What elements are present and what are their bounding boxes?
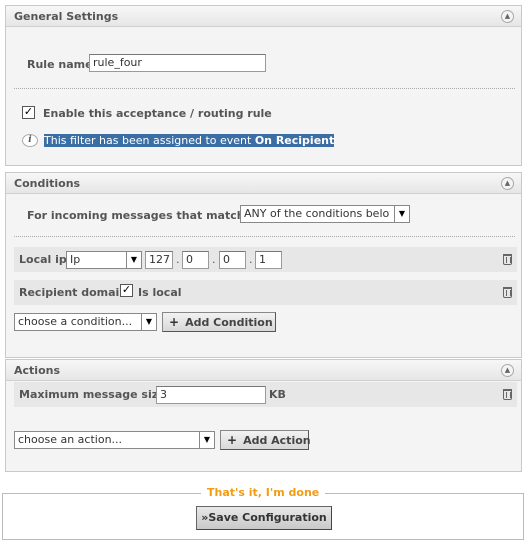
general-settings-title: General Settings (14, 10, 119, 23)
chevron-up-icon[interactable]: ▲ (501, 10, 514, 23)
ip-dot: . (249, 253, 253, 266)
actions-panel: Actions ▲ Maximum message size 3 KB choo… (5, 359, 522, 472)
save-configuration-label: Save Configuration (208, 511, 327, 524)
condition-row-recipient-domain: Recipient domain ✓ Is local (14, 280, 517, 305)
add-action-label: Add Action (243, 434, 311, 447)
event-name: On Recipient (254, 134, 335, 147)
actions-title: Actions (14, 364, 60, 377)
divider (14, 236, 515, 237)
save-configuration-button[interactable]: »Save Configuration (196, 506, 332, 530)
plus-icon: + (169, 315, 180, 329)
chevron-up-icon[interactable]: ▲ (501, 177, 514, 190)
max-size-unit: KB (269, 388, 286, 401)
match-label: For incoming messages that match (27, 209, 245, 222)
choose-action-value: choose an action... (18, 433, 123, 446)
check-icon: ✓ (121, 283, 132, 296)
conditions-panel: Conditions ▲ For incoming messages that … (5, 172, 522, 358)
ip-dot: . (212, 253, 216, 266)
general-settings-header[interactable]: General Settings ▲ (6, 6, 521, 27)
event-info-prefix: This filter has been assigned to event (44, 134, 255, 147)
chevron-up-icon[interactable]: ▲ (501, 364, 514, 377)
check-icon: ✓ (23, 105, 34, 118)
trash-icon[interactable] (503, 389, 512, 400)
triangle-down-icon: ▼ (199, 432, 214, 448)
match-select[interactable]: ANY of the conditions below ▼ (240, 205, 410, 223)
conditions-title: Conditions (14, 177, 81, 190)
ip-dot: . (176, 253, 180, 266)
recipient-domain-suffix: Is local (138, 286, 182, 299)
footer-legend: That's it, I'm done (201, 486, 326, 499)
recipient-domain-label: Recipient domain (19, 286, 128, 299)
recipient-domain-checkbox[interactable]: ✓ (120, 284, 133, 297)
trash-icon[interactable] (503, 254, 512, 265)
add-action-button[interactable]: + Add Action (220, 430, 311, 450)
choose-condition-select[interactable]: choose a condition... ▼ (14, 313, 157, 331)
rule-name-input[interactable]: rule_four (89, 54, 266, 72)
rule-name-label: Rule name (27, 58, 93, 71)
max-size-input[interactable]: 3 (156, 386, 266, 404)
match-select-value: ANY of the conditions below (244, 207, 390, 220)
conditions-header[interactable]: Conditions ▲ (6, 173, 521, 194)
local-ip-type-select[interactable]: Ip ▼ (66, 251, 142, 269)
choose-action-select[interactable]: choose an action... ▼ (14, 431, 215, 449)
ip-octet-3[interactable]: 0 (219, 251, 246, 269)
triangle-down-icon: ▼ (141, 314, 156, 330)
event-info-text: This filter has been assigned to event O… (44, 134, 335, 147)
ip-octet-2[interactable]: 0 (182, 251, 209, 269)
ip-octet-1[interactable]: 127 (145, 251, 173, 269)
general-settings-panel: General Settings ▲ Rule name rule_four ✓… (5, 5, 522, 166)
condition-row-local-ip: Local ip Ip ▼ 127 . 0 . 0 . 1 (14, 247, 517, 272)
add-condition-button[interactable]: + Add Condition (162, 312, 276, 332)
ip-octet-4[interactable]: 1 (255, 251, 282, 269)
enable-rule-label: Enable this acceptance / routing rule (43, 107, 272, 120)
enable-rule-checkbox[interactable]: ✓ (22, 106, 35, 119)
local-ip-type-value: Ip (70, 253, 81, 266)
plus-icon: + (227, 433, 238, 447)
choose-condition-value: choose a condition... (18, 315, 133, 328)
max-size-label: Maximum message size (19, 388, 166, 401)
triangle-down-icon: ▼ (394, 206, 409, 222)
info-icon: i (22, 134, 38, 147)
action-row-max-size: Maximum message size 3 KB (14, 382, 517, 407)
local-ip-label: Local ip (19, 253, 67, 266)
actions-header[interactable]: Actions ▲ (6, 360, 521, 381)
divider (14, 88, 515, 89)
triangle-down-icon: ▼ (126, 252, 141, 268)
trash-icon[interactable] (503, 287, 512, 298)
add-condition-label: Add Condition (185, 316, 273, 329)
